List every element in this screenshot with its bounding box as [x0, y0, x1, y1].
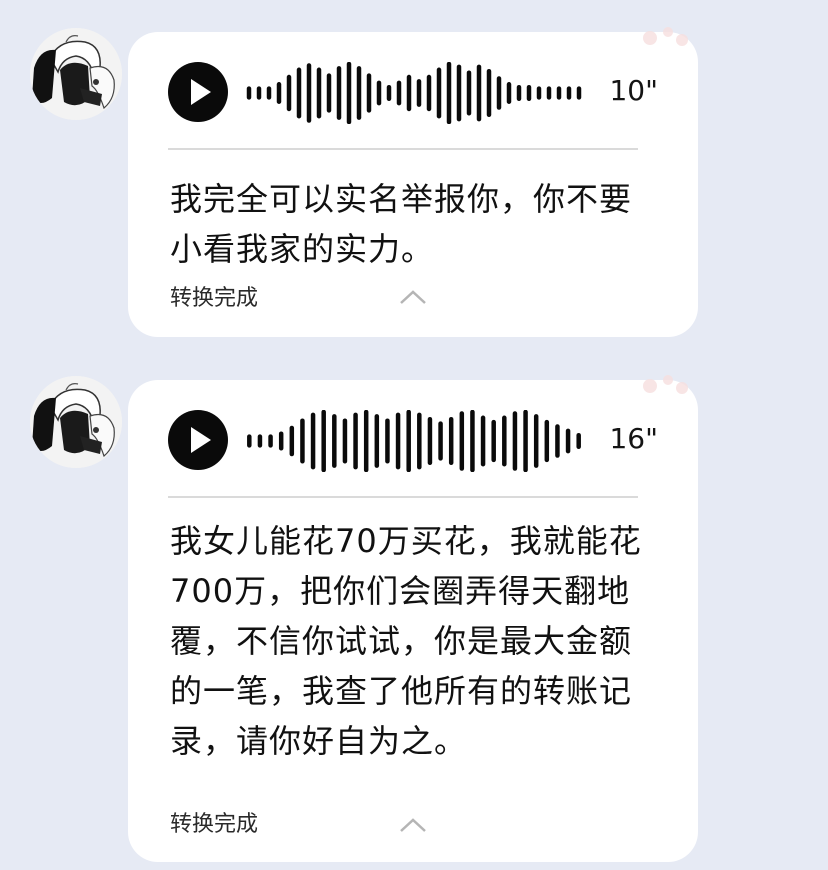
- voice-transcript: 我女儿能花70万买花，我就能花700万，把你们会圈弄得天翻地覆，不信你试试，你是…: [170, 522, 642, 760]
- paw-decoration-icon: [643, 27, 688, 54]
- avatar[interactable]: [30, 28, 122, 120]
- chevron-up-icon: [400, 818, 426, 832]
- paw-decoration-icon: [643, 375, 688, 402]
- voice-message-bubble[interactable]: 10" 我完全可以实名举报你，你不要小看我家的实力。 转换完成: [128, 27, 698, 337]
- divider: [168, 148, 638, 150]
- voice-message-bubble[interactable]: 16" 我女儿能花70万买花，我就能花700万，把你们会圈弄得天翻地覆，不信你试…: [128, 375, 698, 862]
- voice-duration: 16": [609, 422, 658, 455]
- conversion-status: 转换完成: [170, 286, 259, 311]
- conversion-status: 转换完成: [170, 812, 259, 837]
- anime-girl-avatar-icon: [30, 28, 122, 120]
- play-button[interactable]: [168, 410, 228, 470]
- audio-waveform: [246, 62, 582, 124]
- avatar[interactable]: [30, 376, 122, 468]
- voice-transcript: 我完全可以实名举报你，你不要小看我家的实力。: [170, 180, 633, 268]
- anime-girl-avatar-icon: [30, 376, 122, 468]
- voice-player[interactable]: 10": [168, 62, 658, 124]
- voice-duration: 10": [609, 74, 658, 107]
- play-button[interactable]: [168, 62, 228, 122]
- voice-player[interactable]: 16": [168, 410, 658, 472]
- collapse-button[interactable]: [398, 816, 428, 834]
- play-icon: [191, 427, 211, 453]
- audio-waveform: [247, 410, 581, 472]
- chevron-up-icon: [400, 290, 426, 304]
- collapse-button[interactable]: [398, 288, 428, 306]
- play-icon: [191, 79, 211, 105]
- divider: [168, 496, 638, 498]
